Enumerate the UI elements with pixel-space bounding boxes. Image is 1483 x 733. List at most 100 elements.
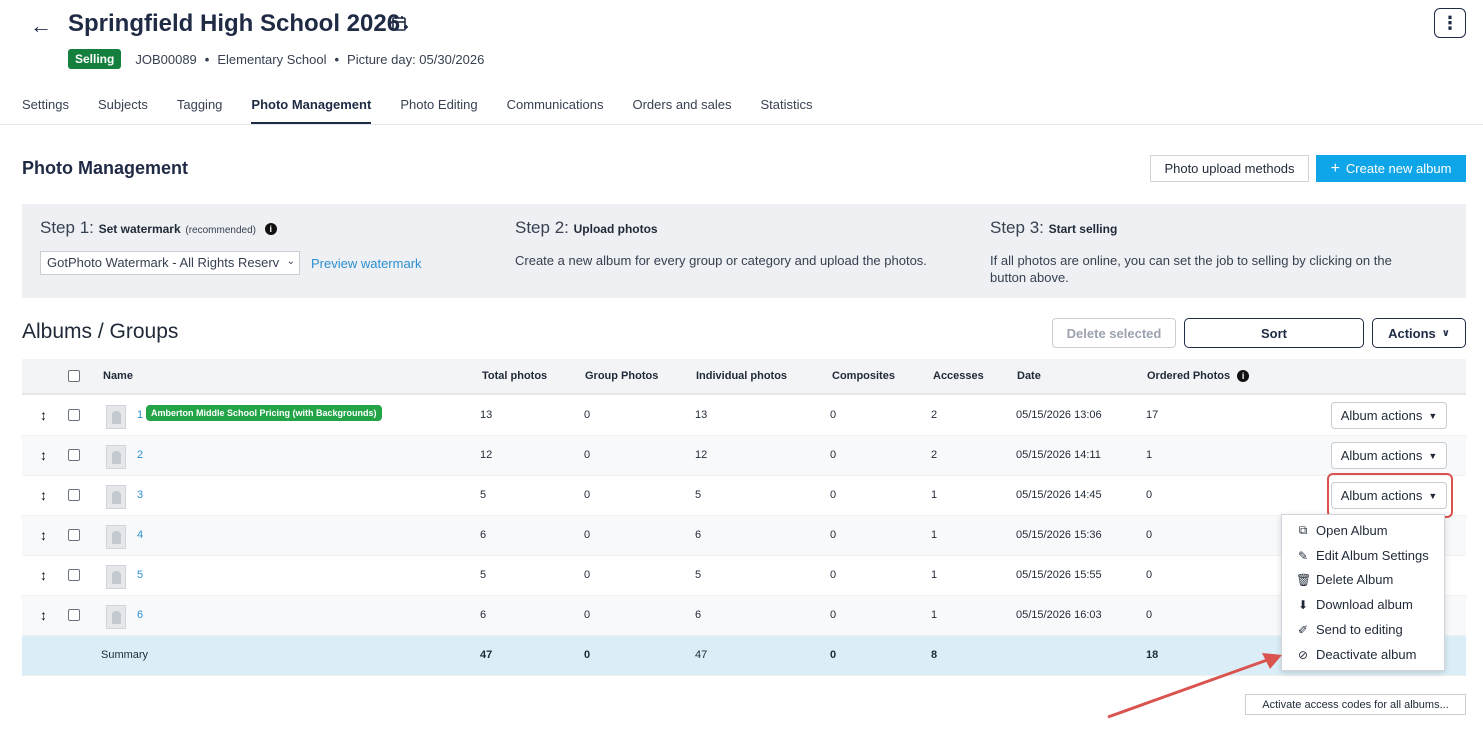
- more-options-button[interactable]: ⋮: [1434, 8, 1466, 38]
- menu-item-edit-album-settings[interactable]: ✎ Edit Album Settings: [1296, 548, 1429, 563]
- photo-upload-methods-button[interactable]: Photo upload methods: [1150, 155, 1309, 182]
- album-actions-button[interactable]: Album actions ▼: [1331, 442, 1447, 469]
- album-name-link[interactable]: 5: [137, 569, 143, 581]
- cell-total-photos: 6: [480, 609, 487, 621]
- cell-total-photos: 12: [480, 449, 493, 461]
- kebab-icon: ⋮: [1441, 12, 1459, 33]
- activate-access-codes-button[interactable]: Activate access codes for all albums...: [1245, 694, 1466, 715]
- tab-photo-editing[interactable]: Photo Editing: [400, 97, 477, 124]
- cell-accesses: 1: [931, 489, 938, 501]
- album-name-link[interactable]: 3: [137, 489, 143, 501]
- plus-icon: +: [1330, 159, 1340, 177]
- col-date[interactable]: Date: [1017, 370, 1041, 382]
- album-name-link[interactable]: 4: [137, 529, 143, 541]
- menu-item-delete-album[interactable]: 🗑 Delete Album: [1296, 572, 1393, 587]
- cell-ordered-photos: 17: [1146, 409, 1159, 421]
- table-row: ↕ 6 6 0 6 0 1 05/15/2026 16:03 0: [22, 596, 1466, 636]
- menu-item-label: Open Album: [1316, 523, 1388, 538]
- status-badge: Selling: [68, 49, 122, 69]
- summary-accesses: 8: [931, 649, 938, 661]
- drag-handle-icon[interactable]: ↕: [40, 487, 47, 503]
- watermark-select[interactable]: GotPhoto Watermark - All Rights Reserv ⌄: [40, 251, 300, 275]
- row-checkbox[interactable]: [68, 609, 80, 621]
- calendar-icon[interactable]: [391, 15, 409, 33]
- album-actions-menu: ⧉ Open Album ✎ Edit Album Settings 🗑 Del…: [1281, 514, 1445, 671]
- drag-handle-icon[interactable]: ↕: [40, 567, 47, 583]
- cell-composites: 0: [830, 609, 837, 621]
- album-actions-button[interactable]: Album actions ▼: [1331, 402, 1447, 429]
- cell-date: 05/15/2026 15:55: [1016, 569, 1102, 581]
- actions-label: Actions: [1388, 325, 1436, 341]
- album-actions-label: Album actions: [1340, 448, 1423, 463]
- row-checkbox[interactable]: [68, 569, 80, 581]
- album-actions-button[interactable]: Album actions ▼: [1331, 482, 1447, 509]
- drag-handle-icon[interactable]: ↕: [40, 407, 47, 423]
- menu-item-download-album[interactable]: ⬇ Download album: [1296, 597, 1413, 612]
- menu-item-open-album[interactable]: ⧉ Open Album: [1296, 523, 1388, 538]
- album-thumbnail: [106, 605, 126, 629]
- row-checkbox[interactable]: [68, 529, 80, 541]
- menu-item-send-to-editing[interactable]: ✐ Send to editing: [1296, 622, 1403, 637]
- col-accesses[interactable]: Accesses: [933, 370, 984, 382]
- col-composites[interactable]: Composites: [832, 370, 895, 382]
- tab-tagging[interactable]: Tagging: [177, 97, 223, 124]
- menu-item-label: Download album: [1316, 597, 1413, 612]
- step-2: Step 2: Upload photos Create a new album…: [515, 218, 955, 269]
- sort-button[interactable]: Sort: [1184, 318, 1364, 348]
- summary-individual-photos: 47: [695, 649, 708, 661]
- tab-settings[interactable]: Settings: [22, 97, 69, 124]
- step-3: Step 3: Start selling If all photos are …: [990, 218, 1430, 286]
- create-album-label: Create new album: [1345, 161, 1452, 176]
- picture-day: Picture day: 05/30/2026: [347, 51, 485, 67]
- col-group-photos[interactable]: Group Photos: [585, 370, 658, 382]
- pencil-icon: ✎: [1297, 548, 1309, 563]
- album-name-link[interactable]: 1: [137, 409, 143, 421]
- cell-individual-photos: 5: [695, 569, 702, 581]
- job-id: JOB00089: [135, 51, 197, 67]
- drag-handle-icon[interactable]: ↕: [40, 527, 47, 543]
- table-row: ↕ 1 Amberton Middle School Pricing (with…: [22, 396, 1466, 436]
- create-new-album-button[interactable]: + Create new album: [1316, 155, 1466, 182]
- row-checkbox[interactable]: [68, 489, 80, 501]
- info-icon[interactable]: i: [264, 222, 277, 235]
- cell-composites: 0: [830, 569, 837, 581]
- page-title: Springfield High School 2026: [68, 10, 401, 37]
- album-name-link[interactable]: 6: [137, 609, 143, 621]
- drag-handle-icon[interactable]: ↕: [40, 447, 47, 463]
- cell-individual-photos: 12: [695, 449, 708, 461]
- step-2-text: Create a new album for every group or ca…: [515, 253, 927, 268]
- tab-communications[interactable]: Communications: [507, 97, 604, 124]
- steps-panel: Step 1: Set watermark (recommended) i Go…: [22, 204, 1466, 298]
- tab-photo-management[interactable]: Photo Management: [251, 97, 372, 124]
- cell-accesses: 1: [931, 609, 938, 621]
- col-ordered-photos-label: Ordered Photos: [1147, 370, 1231, 382]
- col-individual-photos[interactable]: Individual photos: [696, 370, 787, 382]
- select-all-checkbox[interactable]: [68, 370, 80, 382]
- actions-button[interactable]: Actions ∨: [1372, 318, 1466, 348]
- row-checkbox[interactable]: [68, 409, 80, 421]
- menu-item-label: Send to editing: [1316, 622, 1403, 637]
- chevron-down-icon: ⌄: [286, 256, 295, 267]
- album-name-link[interactable]: 2: [137, 449, 143, 461]
- tab-statistics[interactable]: Statistics: [760, 97, 812, 124]
- trash-icon: 🗑: [1296, 572, 1312, 587]
- row-checkbox[interactable]: [68, 449, 80, 461]
- ban-icon: ⊘: [1297, 647, 1309, 662]
- col-ordered-photos[interactable]: Ordered Photos i: [1147, 370, 1250, 383]
- col-name[interactable]: Name: [103, 370, 133, 382]
- delete-selected-button[interactable]: Delete selected: [1052, 318, 1176, 348]
- album-actions-label: Album actions: [1340, 408, 1423, 423]
- preview-watermark-link[interactable]: Preview watermark: [311, 256, 422, 271]
- tab-orders-and-sales[interactable]: Orders and sales: [632, 97, 731, 124]
- tab-subjects[interactable]: Subjects: [98, 97, 148, 124]
- album-thumbnail: [106, 485, 126, 509]
- drag-handle-icon[interactable]: ↕: [40, 607, 47, 623]
- back-arrow-icon[interactable]: ←: [30, 14, 54, 38]
- cell-total-photos: 6: [480, 529, 487, 541]
- cell-ordered-photos: 1: [1146, 449, 1153, 461]
- step-1-title: Set watermark: [98, 222, 181, 236]
- menu-item-deactivate-album[interactable]: ⊘ Deactivate album: [1296, 647, 1416, 662]
- album-actions-label: Album actions: [1340, 488, 1423, 503]
- download-file-icon: ⬇: [1297, 597, 1309, 612]
- col-total-photos[interactable]: Total photos: [482, 370, 547, 382]
